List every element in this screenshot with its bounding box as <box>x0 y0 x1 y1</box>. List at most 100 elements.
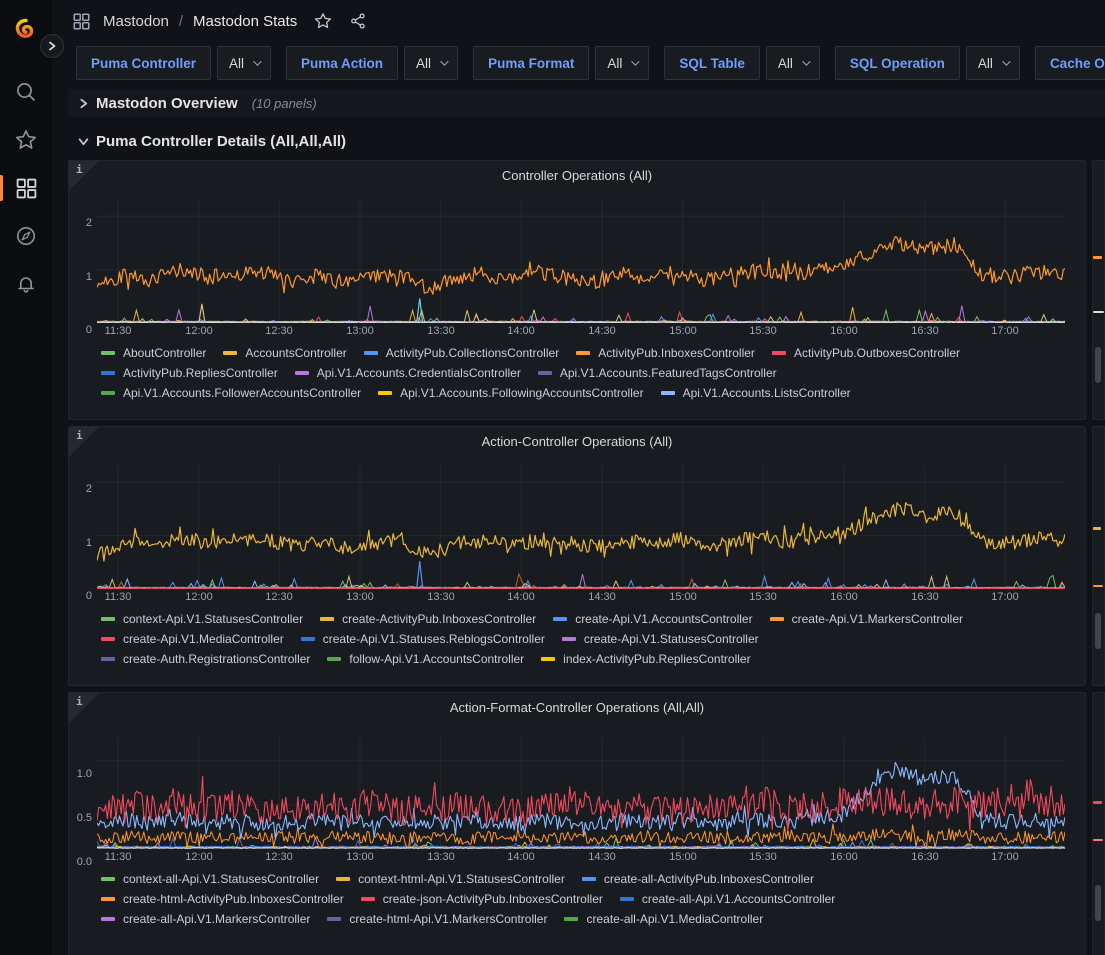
x-axis-tick-label: 12:30 <box>259 591 299 603</box>
x-axis-tick-label: 12:30 <box>259 851 299 863</box>
x-axis-tick-label: 16:00 <box>824 325 864 337</box>
legend-item[interactable]: index-ActivityPub.RepliesController <box>541 652 750 666</box>
legend-color-swatch <box>378 391 392 395</box>
legend-item[interactable]: follow-Api.V1.AccountsController <box>327 652 524 666</box>
legend-color-swatch <box>661 391 675 395</box>
sidebar-item-dashboards[interactable] <box>0 164 52 212</box>
scrollbar-thumb[interactable] <box>1095 885 1101 921</box>
compass-icon <box>15 225 37 247</box>
legend-item[interactable]: Api.V1.Accounts.CredentialsController <box>295 366 521 380</box>
x-axis-tick-label: 14:00 <box>501 851 541 863</box>
chart-fragment <box>1093 527 1101 530</box>
share-dashboard-button[interactable] <box>349 12 367 30</box>
legend-color-swatch <box>101 617 115 621</box>
legend-item[interactable]: create-html-ActivityPub.InboxesControlle… <box>101 892 344 906</box>
x-axis-tick-label: 14:30 <box>582 851 622 863</box>
y-axis-tick-label: 1 <box>69 537 92 549</box>
legend-item[interactable]: context-html-Api.V1.StatusesController <box>336 872 565 886</box>
sidebar-expand-button[interactable] <box>40 34 64 58</box>
legend-series-label: create-Api.V1.MarkersController <box>792 612 963 626</box>
variable-value-dropdown[interactable]: All <box>404 46 458 80</box>
time-series-chart[interactable]: 01211:3012:0012:3013:0013:3014:0014:3015… <box>69 465 1085 669</box>
panel-title[interactable]: Controller Operations (All) <box>69 161 1085 191</box>
variable-value-dropdown[interactable]: All <box>966 46 1020 80</box>
legend-item[interactable]: create-Api.V1.Statuses.ReblogsController <box>301 632 545 646</box>
legend-series-label: ActivityPub.OutboxesController <box>794 346 960 360</box>
legend-item[interactable]: context-all-Api.V1.StatusesController <box>101 872 319 886</box>
legend-series-label: Api.V1.Accounts.CredentialsController <box>317 366 521 380</box>
legend-item[interactable]: create-all-ActivityPub.InboxesController <box>582 872 814 886</box>
variable-puma-controller: Puma Controller All <box>76 46 271 82</box>
legend-color-swatch <box>327 917 341 921</box>
x-axis-tick-label: 16:30 <box>905 325 945 337</box>
sidebar-item-alerting[interactable] <box>0 260 52 308</box>
legend-item[interactable]: create-json-ActivityPub.InboxesControlle… <box>361 892 603 906</box>
legend-item[interactable]: AboutController <box>101 346 206 360</box>
dashboards-grid-icon <box>16 178 37 199</box>
x-axis: 11:3012:0012:3013:0013:3014:0014:3015:00… <box>97 323 1079 339</box>
legend-item[interactable]: create-all-Api.V1.AccountsController <box>620 892 835 906</box>
scrollbar-thumb[interactable] <box>1095 347 1101 383</box>
sidebar-item-search[interactable] <box>0 68 52 116</box>
x-axis-tick-label: 11:30 <box>98 851 138 863</box>
variable-value-dropdown[interactable]: All <box>766 46 820 80</box>
time-series-chart[interactable]: 01211:3012:0012:3013:0013:3014:0014:3015… <box>69 199 1085 403</box>
breadcrumb-section-link[interactable]: Mastodon <box>103 13 169 30</box>
legend-item[interactable]: context-Api.V1.StatusesController <box>101 612 303 626</box>
x-axis-tick-label: 16:00 <box>824 591 864 603</box>
legend-item[interactable]: ActivityPub.RepliesController <box>101 366 278 380</box>
chart-fragment <box>1093 585 1103 587</box>
legend-series-label: Api.V1.Accounts.ListsController <box>683 386 851 400</box>
variable-value-dropdown[interactable]: All <box>217 46 271 80</box>
legend-item[interactable]: ActivityPub.OutboxesController <box>772 346 960 360</box>
legend-color-swatch <box>101 637 115 641</box>
legend-item[interactable]: create-all-Api.V1.MediaController <box>564 912 763 926</box>
legend-item[interactable]: create-all-Api.V1.MarkersController <box>101 912 310 926</box>
legend-item[interactable]: create-ActivityPub.InboxesController <box>320 612 536 626</box>
chevron-down-icon <box>1002 57 1010 65</box>
legend-color-swatch <box>101 897 115 901</box>
legend-series-label: follow-Api.V1.AccountsController <box>349 652 524 666</box>
legend-item[interactable]: create-Api.V1.MarkersController <box>770 612 963 626</box>
row-title: Puma Controller Details (All,All,All) <box>96 133 346 150</box>
time-series-chart[interactable]: 0.00.51.011:3012:0012:3013:0013:3014:001… <box>69 737 1085 929</box>
legend-series-label: Api.V1.Accounts.FollowerAccountsControll… <box>123 386 361 400</box>
legend-item[interactable]: ActivityPub.CollectionsController <box>364 346 559 360</box>
legend-color-swatch <box>101 351 115 355</box>
chevron-down-icon <box>253 57 261 65</box>
legend-item[interactable]: create-Api.V1.AccountsController <box>553 612 752 626</box>
legend-item[interactable]: Api.V1.Accounts.FeaturedTagsController <box>538 366 777 380</box>
legend-item[interactable]: create-Auth.RegistrationsController <box>101 652 310 666</box>
y-axis-tick-label: 1 <box>69 271 92 283</box>
partial-panel <box>1092 692 1105 955</box>
panel-title[interactable]: Action-Controller Operations (All) <box>69 427 1085 457</box>
favorite-dashboard-button[interactable] <box>314 12 332 30</box>
legend-item[interactable]: create-html-Api.V1.MarkersController <box>327 912 547 926</box>
legend-item[interactable]: create-Api.V1.MediaController <box>101 632 284 646</box>
legend-color-swatch <box>553 617 567 621</box>
panel-controller-operations: i Controller Operations (All) 01211:3012… <box>68 160 1086 420</box>
chart-canvas[interactable] <box>97 737 1065 849</box>
variable-value-dropdown[interactable]: All <box>595 46 649 80</box>
scrollbar-thumb[interactable] <box>1095 613 1101 649</box>
bell-icon <box>15 273 37 295</box>
chart-fragment <box>1093 256 1102 259</box>
legend-item[interactable]: AccountsController <box>223 346 346 360</box>
legend-item[interactable]: Api.V1.Accounts.FollowingAccountsControl… <box>378 386 643 400</box>
legend-item[interactable]: create-Api.V1.StatusesController <box>562 632 759 646</box>
chart-canvas[interactable] <box>97 465 1065 589</box>
legend-item[interactable]: ActivityPub.InboxesController <box>576 346 755 360</box>
row-mastodon-overview[interactable]: Mastodon Overview (10 panels) <box>68 89 1105 117</box>
legend-series-label: Api.V1.Accounts.FeaturedTagsController <box>560 366 777 380</box>
sidebar-item-starred[interactable] <box>0 116 52 164</box>
row-puma-controller-details[interactable]: Puma Controller Details (All,All,All) <box>68 127 1105 155</box>
panel-title[interactable]: Action-Format-Controller Operations (All… <box>69 693 1085 723</box>
variable-label: Puma Format <box>473 46 589 80</box>
sidebar-item-explore[interactable] <box>0 212 52 260</box>
legend-color-swatch <box>582 877 596 881</box>
chart-canvas[interactable] <box>97 199 1065 323</box>
legend-item[interactable]: Api.V1.Accounts.FollowerAccountsControll… <box>101 386 361 400</box>
legend-item[interactable]: Api.V1.Accounts.ListsController <box>661 386 851 400</box>
variable-label: SQL Table <box>664 46 760 80</box>
legend-series-label: context-Api.V1.StatusesController <box>123 612 303 626</box>
